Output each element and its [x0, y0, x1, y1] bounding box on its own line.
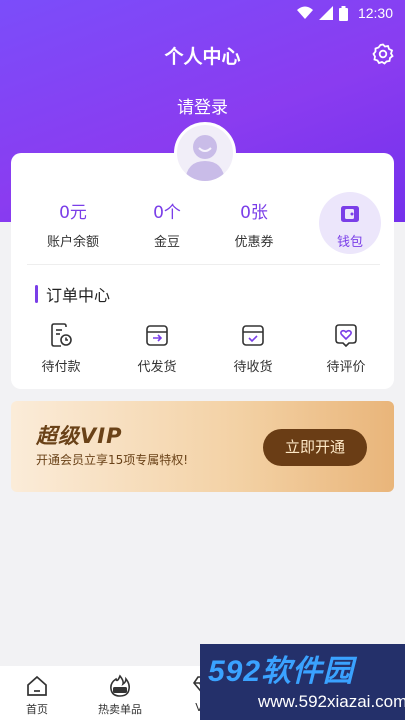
section-accent-bar [35, 285, 38, 303]
balance-value: 0元 [59, 203, 87, 223]
vip-subtitle: 开通会员立享15项专属特权! [36, 453, 189, 467]
to-receive-label: 待收货 [233, 360, 273, 375]
tab-home-label: 首页 [26, 703, 48, 716]
balance-label: 账户余额 [46, 235, 99, 250]
status-time: 12:30 [357, 5, 393, 21]
to-receive-icon [242, 325, 264, 346]
tab-hot-label: 热卖单品 [98, 703, 142, 716]
watermark-url: www.592xiazai.com [258, 692, 405, 711]
coupon-stat[interactable]: 0张 优惠券 [214, 198, 294, 250]
hot-icon [110, 674, 130, 697]
wifi-icon [296, 6, 313, 19]
order-pending-payment[interactable]: 待付款 [26, 322, 96, 375]
watermark-brand: 592软件园 [208, 655, 355, 688]
to-review-icon [335, 324, 357, 348]
tab-hot[interactable]: 热卖单品 [85, 674, 155, 717]
vip-activate-button[interactable]: 立即开通 [263, 429, 367, 466]
vip-title: 超级VIP [36, 424, 123, 448]
coupon-label: 优惠券 [234, 235, 274, 250]
gold-bean-stat[interactable]: 0个 金豆 [127, 198, 207, 250]
battery-icon [338, 5, 348, 21]
gold-bean-value: 0个 [153, 203, 181, 223]
to-ship-icon [146, 325, 168, 346]
settings-gear-icon[interactable] [371, 42, 395, 66]
wallet-label: 钱包 [336, 235, 363, 250]
gold-bean-label: 金豆 [153, 235, 180, 250]
signal-icon [318, 6, 333, 20]
home-icon [27, 675, 47, 696]
order-to-ship[interactable]: 代发货 [122, 322, 192, 375]
wallet-icon [341, 206, 359, 222]
vip-banner[interactable]: 超级VIP 开通会员立享15项专属特权! 立即开通 [11, 401, 394, 492]
user-avatar-icon [185, 135, 225, 181]
to-review-label: 待评价 [326, 360, 366, 375]
page-title: 个人中心 [164, 46, 241, 68]
watermark-logo: 592软件园 www.592xiazai.com [200, 644, 405, 720]
divider [27, 264, 380, 265]
status-bar: 12:30 [0, 0, 405, 28]
pending-payment-icon [51, 323, 72, 347]
tab-home[interactable]: 首页 [2, 674, 72, 717]
pending-payment-label: 待付款 [41, 360, 81, 375]
order-center-label: 订单中心 [46, 286, 111, 305]
avatar[interactable] [174, 122, 236, 184]
wallet-button[interactable]: 钱包 [319, 192, 381, 254]
order-center-title: 订单中心 [35, 284, 111, 305]
balance-stat[interactable]: 0元 账户余额 [33, 198, 113, 250]
coupon-value: 0张 [240, 203, 268, 223]
order-to-review[interactable]: 待评价 [311, 322, 381, 375]
login-link[interactable]: 请登录 [0, 93, 405, 118]
to-ship-label: 代发货 [137, 360, 177, 375]
order-to-receive[interactable]: 待收货 [218, 322, 288, 375]
